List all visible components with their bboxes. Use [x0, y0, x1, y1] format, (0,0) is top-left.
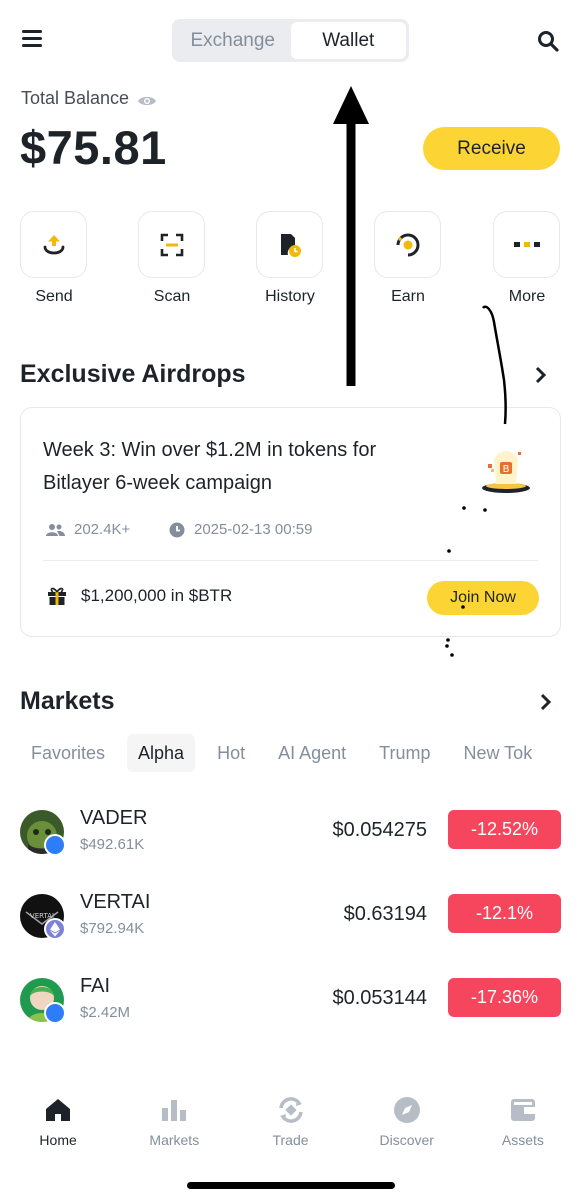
discover-icon	[393, 1096, 421, 1124]
markets-title: Markets	[20, 687, 115, 715]
join-now-button[interactable]: Join Now	[427, 581, 539, 615]
gift-icon	[48, 587, 66, 605]
search-icon[interactable]	[537, 30, 559, 52]
markets-tabs: Favorites Alpha Hot AI Agent Trump New T…	[20, 734, 581, 772]
quick-action-history[interactable]: History	[256, 211, 324, 306]
tab-trump[interactable]: Trump	[368, 734, 441, 772]
coin-price: $0.63194	[343, 903, 427, 925]
quick-action-send[interactable]: Send	[20, 211, 88, 306]
coin-change-badge: -12.52%	[448, 810, 561, 849]
tab-ai-agent[interactable]: AI Agent	[267, 734, 357, 772]
segment-wallet[interactable]: Wallet	[290, 22, 406, 59]
ethereum-badge-icon	[44, 918, 66, 940]
coin-name: FAI	[80, 975, 111, 997]
quick-action-more[interactable]: More	[493, 211, 561, 306]
total-balance-label: Total Balance	[21, 88, 157, 109]
scan-icon	[138, 211, 205, 278]
eye-icon[interactable]	[137, 92, 157, 106]
market-row[interactable]: FAI $2.42M $0.053144 -17.36%	[20, 975, 561, 1025]
more-icon	[493, 211, 560, 278]
date-meta: 2025-02-13 00:59	[169, 521, 312, 538]
home-icon	[44, 1096, 72, 1124]
quick-action-scan[interactable]: Scan	[138, 211, 206, 306]
chain-badge-icon	[44, 834, 66, 856]
market-row[interactable]: VADER $492.61K $0.054275 -12.52%	[20, 807, 561, 857]
exchange-wallet-switch: Exchange Wallet	[172, 19, 409, 62]
campaign-date: 2025-02-13 00:59	[194, 521, 313, 538]
chevron-right-icon[interactable]	[539, 693, 553, 711]
nav-assets[interactable]: Assets	[465, 1096, 581, 1166]
quick-action-label: Scan	[153, 288, 191, 305]
tab-alpha[interactable]: Alpha	[127, 734, 196, 772]
total-balance-value: $75.81	[20, 121, 167, 174]
airdrop-card[interactable]: Week 3: Win over $1.2M in tokens for Bit…	[20, 407, 561, 637]
history-icon	[256, 211, 323, 278]
nav-label: Trade	[272, 1132, 309, 1148]
nav-discover[interactable]: Discover	[349, 1096, 465, 1166]
send-icon	[20, 211, 87, 278]
segment-exchange[interactable]: Exchange	[175, 22, 291, 59]
home-indicator	[187, 1182, 395, 1189]
receive-button[interactable]: Receive	[423, 127, 560, 170]
menu-icon[interactable]	[22, 30, 42, 50]
reward-text: $1,200,000 in $BTR	[81, 586, 233, 605]
trade-icon	[277, 1096, 305, 1124]
nav-trade[interactable]: Trade	[232, 1096, 348, 1166]
nav-home[interactable]: Home	[0, 1096, 116, 1166]
quick-action-label: History	[265, 288, 315, 305]
quick-action-label: Earn	[391, 288, 425, 305]
markets-icon	[160, 1096, 188, 1124]
nav-markets[interactable]: Markets	[116, 1096, 232, 1166]
tab-new-tokens[interactable]: New Tok	[453, 734, 544, 772]
nav-label: Assets	[501, 1132, 544, 1148]
airdrop-card-title: Week 3: Win over $1.2M in tokens for Bit…	[43, 439, 377, 494]
coin-price: $0.053144	[332, 987, 427, 1009]
coin-name: VADER	[80, 807, 148, 829]
nav-label: Home	[39, 1132, 77, 1148]
quick-action-label: Send	[35, 288, 73, 305]
coin-volume: $492.61K	[80, 836, 145, 853]
coin-name: VERTAI	[80, 891, 151, 913]
tab-hot[interactable]: Hot	[206, 734, 256, 772]
coin-price: $0.054275	[332, 819, 427, 841]
users-icon	[46, 523, 65, 536]
bottom-navigation: Home Markets Trade Discover Assets	[0, 1096, 581, 1166]
svg-text:B: B	[503, 464, 510, 475]
campaign-illustration: B	[476, 438, 536, 498]
participants-count: 202.4K+	[74, 521, 131, 538]
coin-volume: $2.42M	[80, 1004, 131, 1021]
coin-change-badge: -17.36%	[448, 978, 561, 1017]
airdrops-title: Exclusive Airdrops	[20, 360, 246, 388]
assets-icon	[509, 1096, 537, 1124]
quick-action-label: More	[508, 288, 546, 305]
top-bar: Exchange Wallet	[0, 0, 581, 82]
earn-icon	[374, 211, 441, 278]
nav-label: Discover	[379, 1132, 434, 1148]
clock-icon	[169, 522, 185, 537]
divider	[43, 560, 538, 561]
quick-action-earn[interactable]: Earn	[374, 211, 442, 306]
tab-favorites[interactable]: Favorites	[20, 734, 116, 772]
market-row[interactable]: VERTAI VERTAI $792.94K $0.63194 -12.1%	[20, 891, 561, 941]
chevron-right-icon[interactable]	[534, 366, 548, 384]
nav-label: Markets	[149, 1132, 200, 1148]
total-balance-text: Total Balance	[21, 88, 130, 108]
chain-badge-icon	[44, 1002, 66, 1024]
reward-info: $1,200,000 in $BTR	[47, 586, 232, 606]
coin-volume: $792.94K	[80, 920, 145, 937]
participants-meta: 202.4K+	[46, 521, 130, 538]
coin-change-badge: -12.1%	[448, 894, 561, 933]
